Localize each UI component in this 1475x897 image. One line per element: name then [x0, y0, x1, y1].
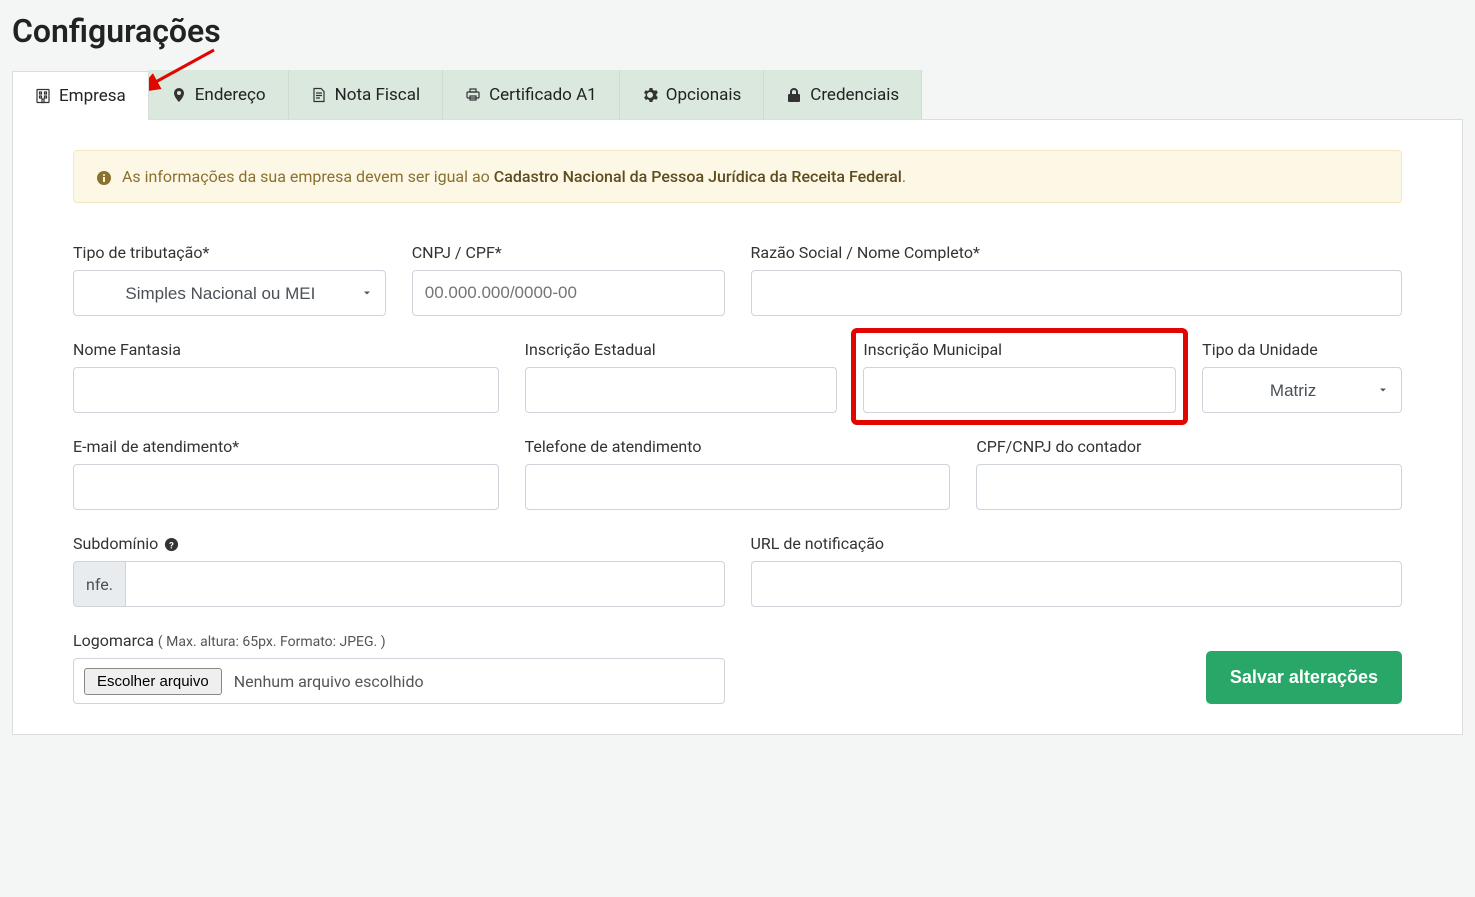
file-input[interactable]: Escolher arquivo Nenhum arquivo escolhid… [73, 658, 725, 704]
info-banner: As informações da sua empresa devem ser … [73, 150, 1402, 203]
nome-fantasia-label: Nome Fantasia [73, 340, 499, 359]
choose-file-button[interactable]: Escolher arquivo [84, 668, 222, 695]
url-notificacao-input[interactable] [751, 561, 1402, 607]
printer-icon [465, 87, 481, 103]
lock-icon [786, 87, 802, 103]
info-text-suffix: . [902, 167, 906, 186]
document-icon [311, 87, 327, 103]
info-icon [96, 170, 112, 186]
info-text-prefix: As informações da sua empresa devem ser … [122, 167, 494, 186]
building-icon [35, 88, 51, 104]
cpf-cnpj-contador-input[interactable] [976, 464, 1402, 510]
razao-social-label: Razão Social / Nome Completo* [751, 243, 1402, 262]
tab-opcionais[interactable]: Opcionais [620, 70, 765, 119]
tab-credenciais[interactable]: Credenciais [764, 70, 922, 119]
tab-opcionais-label: Opcionais [666, 85, 742, 105]
file-empty-text: Nenhum arquivo escolhido [234, 672, 424, 691]
razao-social-input[interactable] [751, 270, 1402, 316]
tab-empresa[interactable]: Empresa [12, 71, 149, 120]
subdominio-label: Subdomínio ? [73, 534, 725, 553]
gear-icon [642, 87, 658, 103]
tab-empresa-label: Empresa [59, 86, 126, 106]
inscricao-municipal-label: Inscrição Municipal [863, 340, 1176, 359]
nome-fantasia-input[interactable] [73, 367, 499, 413]
logomarca-label: Logomarca ( Max. altura: 65px. Formato: … [73, 631, 725, 650]
svg-text:?: ? [169, 541, 174, 552]
tab-nota-fiscal[interactable]: Nota Fiscal [289, 70, 443, 119]
subdominio-prefix: nfe. [73, 561, 125, 607]
cnpj-cpf-input[interactable] [412, 270, 725, 316]
tab-credenciais-label: Credenciais [810, 85, 899, 105]
tipo-tributacao-select[interactable]: Simples Nacional ou MEI [73, 270, 386, 316]
tipo-tributacao-label: Tipo de tributação* [73, 243, 386, 262]
telefone-input[interactable] [525, 464, 951, 510]
tabs: Empresa Endereço Nota Fiscal Certificado… [12, 70, 1463, 120]
help-icon[interactable]: ? [164, 537, 179, 552]
cnpj-cpf-label: CNPJ / CPF* [412, 243, 725, 262]
tipo-unidade-label: Tipo da Unidade [1202, 340, 1402, 359]
telefone-label: Telefone de atendimento [525, 437, 951, 456]
tab-certificado-label: Certificado A1 [489, 85, 597, 105]
inscricao-estadual-label: Inscrição Estadual [525, 340, 838, 359]
tab-certificado[interactable]: Certificado A1 [443, 70, 620, 119]
cpf-cnpj-contador-label: CPF/CNPJ do contador [976, 437, 1402, 456]
page-title: Configurações [12, 12, 1463, 50]
inscricao-estadual-input[interactable] [525, 367, 838, 413]
tipo-unidade-select[interactable]: Matriz [1202, 367, 1402, 413]
map-pin-icon [171, 87, 187, 103]
tab-content: As informações da sua empresa devem ser … [12, 120, 1463, 735]
inscricao-municipal-input[interactable] [863, 367, 1176, 413]
url-notificacao-label: URL de notificação [751, 534, 1402, 553]
tab-nota-fiscal-label: Nota Fiscal [335, 85, 420, 105]
email-atendimento-label: E-mail de atendimento* [73, 437, 499, 456]
tab-endereco[interactable]: Endereço [149, 70, 289, 119]
subdominio-input[interactable] [125, 561, 725, 607]
save-button[interactable]: Salvar alterações [1206, 651, 1402, 704]
logomarca-hint: ( Max. altura: 65px. Formato: JPEG. ) [158, 634, 386, 650]
info-text-highlight: Cadastro Nacional da Pessoa Jurídica da … [494, 167, 902, 186]
tab-endereco-label: Endereço [195, 85, 266, 105]
email-atendimento-input[interactable] [73, 464, 499, 510]
